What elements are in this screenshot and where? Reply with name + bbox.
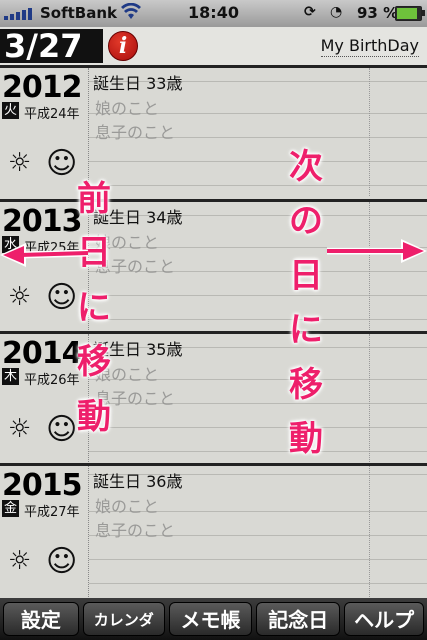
year-column: 2015 金 平成27年 ☼ ☺ (0, 466, 89, 599)
next-day-annotation: 次 の 日 に 移 動 (284, 140, 328, 466)
memo-placeholder: 娘のこと (95, 99, 160, 118)
bottom-toolbar: 設定 カレンダ メモ帳 記念日 ヘルプ (0, 598, 427, 640)
sun-icon[interactable]: ☼ (8, 148, 31, 178)
annotation-char: 次 (289, 147, 323, 187)
memo-area[interactable]: 誕生日 33歳 娘のこと 息子のこと (89, 68, 427, 196)
annotation-char: 動 (289, 418, 323, 459)
year-row[interactable]: 2014 木 平成26年 ☼ ☺ 誕生日 35歳 娘のこと 息子のこと (0, 331, 427, 462)
battery-percent: 93 % (357, 4, 399, 22)
era-label: 平成24年 (24, 107, 80, 122)
year-row[interactable]: 2012 火 平成24年 ☼ ☺ 誕生日 33歳 娘のこと 息子のこと (0, 65, 427, 196)
annotation-char: 前 (77, 179, 111, 219)
alarm-icon: ◔ (330, 4, 343, 20)
anniversary-button[interactable]: 記念日 (256, 602, 341, 636)
memo-placeholder: 娘のこと (95, 497, 160, 516)
current-date[interactable]: 3/27 (0, 29, 103, 63)
sun-icon[interactable]: ☼ (8, 414, 31, 444)
memo-placeholder: 息子のこと (95, 123, 176, 142)
memo-button[interactable]: メモ帳 (168, 602, 253, 636)
help-button[interactable]: ヘルプ (344, 602, 424, 636)
memo-line: 誕生日 33歳 (93, 74, 183, 93)
rotation-lock-icon: ⟳ (304, 4, 316, 20)
annotation-char: 日 (289, 255, 323, 296)
memo-line: 誕生日 36歳 (93, 472, 183, 491)
annotation-char: に (289, 310, 323, 351)
memo-area[interactable]: 誕生日 35歳 娘のこと 息子のこと (89, 334, 427, 462)
sun-icon[interactable]: ☼ (8, 546, 31, 576)
memo-placeholder: 息子のこと (95, 521, 176, 540)
year-row[interactable]: 2015 金 平成27年 ☼ ☺ 誕生日 36歳 娘のこと 息子のこと (0, 463, 427, 599)
app-title[interactable]: My BirthDay (320, 36, 419, 57)
battery-icon (395, 6, 425, 21)
weekday-badge: 金 (2, 500, 19, 517)
weekday-badge: 木 (2, 368, 19, 385)
year-label: 2015 (2, 468, 82, 503)
year-label: 2013 (2, 204, 82, 239)
right-arrow-icon (327, 239, 427, 263)
prev-day-annotation: 前 日 に 移 動 (72, 172, 116, 444)
annotation-char: の (289, 201, 323, 242)
era-label: 平成27年 (24, 505, 80, 520)
weekday-badge: 火 (2, 102, 19, 119)
app-header: 3/27 i My BirthDay (0, 27, 427, 68)
sun-icon[interactable]: ☼ (8, 282, 31, 312)
year-label: 2012 (2, 70, 82, 105)
memo-area[interactable]: 誕生日 34歳 娘のこと 息子のこと (89, 202, 427, 330)
calendar-button[interactable]: カレンダ (82, 602, 165, 636)
smile-icon[interactable]: ☺ (46, 544, 77, 579)
left-arrow-icon (0, 243, 89, 267)
annotation-char: 動 (77, 396, 111, 437)
info-icon[interactable]: i (108, 31, 138, 61)
memo-area[interactable]: 誕生日 36歳 娘のこと 息子のこと (89, 466, 427, 599)
annotation-char: に (77, 287, 111, 328)
annotation-char: 移 (289, 364, 323, 405)
year-label: 2014 (2, 336, 82, 371)
settings-button[interactable]: 設定 (3, 602, 79, 636)
status-bar: SoftBank 18:40 ⟳ ◔ 93 % (0, 0, 427, 27)
annotation-char: 移 (77, 342, 111, 383)
